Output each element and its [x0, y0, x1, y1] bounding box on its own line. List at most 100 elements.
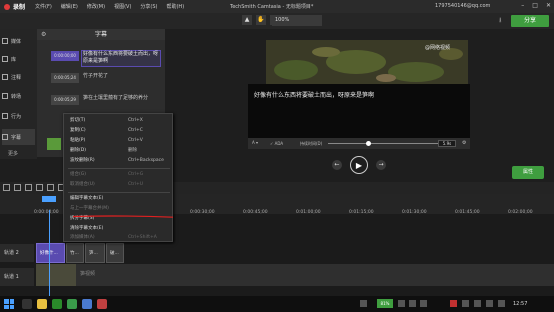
track-1-label[interactable]: 轨道 1	[0, 268, 34, 286]
caption-settings-gear-icon[interactable]: ⚙	[462, 140, 466, 146]
wechat-icon[interactable]	[52, 299, 62, 309]
menu-item-cut[interactable]: 剪切(T) Ctrl+X	[70, 116, 170, 126]
rail-item-media[interactable]: 媒体	[2, 33, 35, 49]
copy-icon[interactable]	[36, 184, 43, 191]
zoom-select[interactable]: 100%	[272, 15, 322, 26]
play-icon[interactable]: ▶	[350, 156, 368, 174]
gear-icon[interactable]: ⚙	[41, 29, 46, 40]
duration-label: 持续时间(D)	[300, 141, 323, 146]
tray-icon[interactable]	[409, 300, 416, 307]
menu-help[interactable]: 帮助(H)	[166, 3, 184, 10]
ada-compliance[interactable]: ✓ ADA	[270, 141, 283, 146]
menu-item-label: 删除(D)	[70, 148, 86, 153]
menu-item-edit-caption-text[interactable]: 编辑字幕文本(E)	[70, 194, 170, 204]
toolbar: ▲ ✋ ⌗ 100% ⭳ 分享	[0, 13, 554, 29]
menu-item-paste[interactable]: 粘贴(P) Ctrl+V	[70, 136, 170, 146]
playhead-line[interactable]	[49, 210, 50, 296]
menu-item-delete[interactable]: 删除(D) 删除	[70, 146, 170, 156]
menu-file[interactable]: 文件(F)	[35, 3, 52, 10]
duration-value[interactable]: 5.9s	[438, 140, 456, 147]
menu-separator	[68, 168, 170, 169]
pan-tool-icon[interactable]: ✋	[256, 15, 266, 25]
previous-icon[interactable]: ←	[332, 160, 342, 170]
maximize-icon[interactable]: □	[532, 2, 538, 9]
paste-icon[interactable]	[47, 184, 54, 191]
menu-item-ungroup[interactable]: 取消组合(U) Ctrl+U	[70, 180, 170, 190]
next-icon[interactable]: →	[376, 160, 386, 170]
menu-view[interactable]: 视图(V)	[114, 3, 131, 10]
caption-clip[interactable]: 好像什...	[36, 243, 65, 263]
file-explorer-icon[interactable]	[37, 299, 47, 309]
menu-item-merge-previous[interactable]: 与上一字幕合并(M)	[70, 204, 170, 214]
track-2-label[interactable]: 轨道 2	[0, 244, 34, 262]
rail-more-button[interactable]: 更多	[8, 150, 18, 157]
playback-controls: ← ▶ →	[330, 156, 390, 176]
undo-icon[interactable]	[3, 184, 10, 191]
caption-clip[interactable]: 竹...	[66, 243, 84, 263]
properties-button[interactable]: 属性	[512, 166, 544, 179]
video-clip-label: 笋视频	[80, 271, 96, 277]
caption-clip[interactable]: 破...	[106, 243, 124, 263]
menu-edit[interactable]: 编辑(E)	[61, 3, 78, 10]
menu-share[interactable]: 分享(S)	[140, 3, 157, 10]
share-button[interactable]: 分享	[511, 15, 549, 27]
app-icon[interactable]	[97, 299, 107, 309]
record-label: 录制	[13, 4, 26, 11]
tray-icon[interactable]	[450, 300, 457, 307]
ime-icon[interactable]	[498, 300, 505, 307]
video-clip[interactable]: 笋视频	[36, 264, 554, 286]
menu-modify[interactable]: 修改(M)	[87, 3, 105, 10]
captions-panel-title: 字幕	[94, 31, 107, 38]
account-label[interactable]: 1797540146@qq.com	[435, 3, 490, 9]
font-settings-icon[interactable]: A ▾	[252, 140, 258, 145]
redo-icon[interactable]	[14, 184, 21, 191]
annotations-icon	[2, 74, 8, 80]
behaviors-icon	[2, 113, 8, 119]
minimize-icon[interactable]: –	[521, 2, 524, 9]
menu-item-label: 粘贴(P)	[70, 138, 86, 143]
menu-item-ripple-delete[interactable]: 波纹删除(R) Ctrl+Backspace	[70, 156, 170, 166]
menu-item-group[interactable]: 组合(G) Ctrl+G	[70, 170, 170, 180]
preview-canvas[interactable]: @网络视频	[266, 40, 468, 84]
caption-clip[interactable]: 笋...	[85, 243, 105, 263]
windows-start-icon[interactable]	[4, 299, 14, 309]
rail-item-captions[interactable]: 字幕	[2, 129, 35, 145]
tray-icon[interactable]	[462, 300, 469, 307]
record-button[interactable]: 录制	[4, 2, 25, 11]
duration-slider-track[interactable]	[328, 143, 438, 144]
rail-item-library[interactable]: 库	[2, 51, 35, 67]
duration-slider-handle[interactable]	[366, 141, 371, 146]
task-view-icon[interactable]	[22, 299, 32, 309]
rail-item-behaviors[interactable]: 行为	[2, 108, 35, 124]
video-clip-thumbnail	[36, 264, 76, 286]
caption-time: 0:00:05;24	[51, 73, 79, 83]
cut-icon[interactable]	[25, 184, 32, 191]
camtasia-window: 录制 文件(F) 编辑(E) 修改(M) 视图(V) 分享(S) 帮助(H) T…	[0, 0, 554, 312]
menu-item-shortcut: Ctrl+X	[128, 118, 143, 123]
close-icon[interactable]: ✕	[546, 2, 551, 9]
tray-icon[interactable]	[474, 300, 481, 307]
caption-preview[interactable]: 好像有什么东西将要破土而出，呀原来是笋啊	[248, 84, 470, 138]
tray-icon[interactable]	[398, 300, 405, 307]
tool-rail: 媒体 库 注释 转场 行为 字幕 更多	[0, 29, 37, 159]
browser-icon[interactable]	[82, 299, 92, 309]
menu-item-shortcut: 删除	[128, 148, 137, 153]
add-caption-button[interactable]	[47, 138, 61, 150]
menu-item-add-media[interactable]: 添加媒体(A) Ctrl+Shift+A	[70, 233, 170, 243]
volume-icon[interactable]	[486, 300, 493, 307]
battery-indicator[interactable]: 81%	[377, 299, 393, 308]
pointer-tool-icon[interactable]: ▲	[242, 15, 252, 25]
transitions-icon	[2, 93, 8, 99]
taskbar-clock[interactable]: 12:57	[513, 301, 527, 307]
menu-bar: 文件(F) 编辑(E) 修改(M) 视图(V) 分享(S) 帮助(H)	[35, 3, 184, 10]
playhead-handle[interactable]	[42, 196, 56, 202]
tray-icon[interactable]	[420, 300, 427, 307]
hand-drawn-underline	[73, 215, 173, 218]
menu-item-copy[interactable]: 复制(C) Ctrl+C	[70, 126, 170, 136]
rail-item-annotations[interactable]: 注释	[2, 69, 35, 85]
download-icon[interactable]: ⭳	[499, 16, 501, 27]
camtasia-taskbar-icon[interactable]	[67, 299, 77, 309]
title-bar: 录制 文件(F) 编辑(E) 修改(M) 视图(V) 分享(S) 帮助(H) T…	[0, 0, 554, 13]
network-icon[interactable]	[360, 300, 367, 307]
rail-item-transitions[interactable]: 转场	[2, 88, 35, 104]
